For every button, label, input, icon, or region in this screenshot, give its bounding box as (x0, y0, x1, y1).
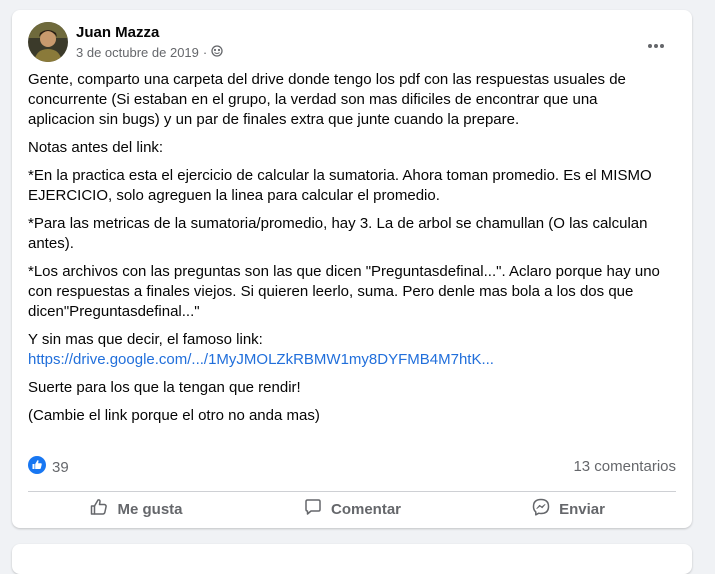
comment-icon (303, 497, 323, 521)
share-button-label: Enviar (559, 500, 605, 518)
author-avatar[interactable] (28, 22, 68, 62)
post-paragraph: (Cambie el link porque el otro no anda m… (28, 407, 320, 424)
post-paragraph: *Los archivos con las preguntas son las … (28, 263, 660, 320)
reactions-bar: 39 13 comentarios (28, 456, 676, 478)
author-name[interactable]: Juan Mazza (76, 24, 159, 41)
post-card: Juan Mazza 3 de octubre de 2019 · Gente, (12, 10, 692, 528)
like-reaction-icon (28, 456, 46, 479)
more-options-icon[interactable] (638, 28, 674, 64)
share-button[interactable]: Enviar (460, 493, 676, 525)
post-paragraph: Notas antes del link: (28, 139, 164, 156)
thumbs-up-icon (89, 497, 109, 521)
next-post-card (12, 544, 692, 574)
like-button[interactable]: Me gusta (28, 493, 244, 525)
post-paragraph: *Para las metricas de la sumatoria/prome… (28, 215, 648, 252)
link-intro: Y sin mas que decir, el famoso link: (28, 331, 263, 348)
comment-button[interactable]: Comentar (244, 493, 460, 525)
post-header: Juan Mazza 3 de octubre de 2019 · (28, 22, 676, 64)
comments-count[interactable]: 13 comentarios (573, 458, 676, 475)
post-date[interactable]: 3 de octubre de 2019 (76, 45, 199, 60)
actions-divider (28, 491, 676, 492)
like-summary[interactable]: 39 (28, 456, 69, 479)
drive-link[interactable]: https://drive.google.com/.../1MyJMOLZkRB… (28, 351, 494, 368)
like-button-label: Me gusta (117, 500, 183, 518)
like-count: 39 (52, 459, 69, 476)
messenger-icon (531, 497, 551, 521)
post-meta: 3 de octubre de 2019 · (76, 45, 223, 60)
meta-separator: · (202, 45, 208, 60)
post-paragraph: Suerte para los que la tengan que rendir… (28, 379, 301, 396)
post-paragraph: *En la practica esta el ejercicio de cal… (28, 167, 652, 204)
post-paragraph: Gente, comparto una carpeta del drive do… (28, 71, 626, 128)
post-body: Gente, comparto una carpeta del drive do… (28, 70, 668, 434)
public-globe-icon (211, 45, 223, 60)
link-paragraph: Y sin mas que decir, el famoso link: htt… (28, 330, 668, 370)
comment-button-label: Comentar (330, 500, 401, 518)
post-actions: Me gusta Comentar Enviar (28, 493, 676, 525)
